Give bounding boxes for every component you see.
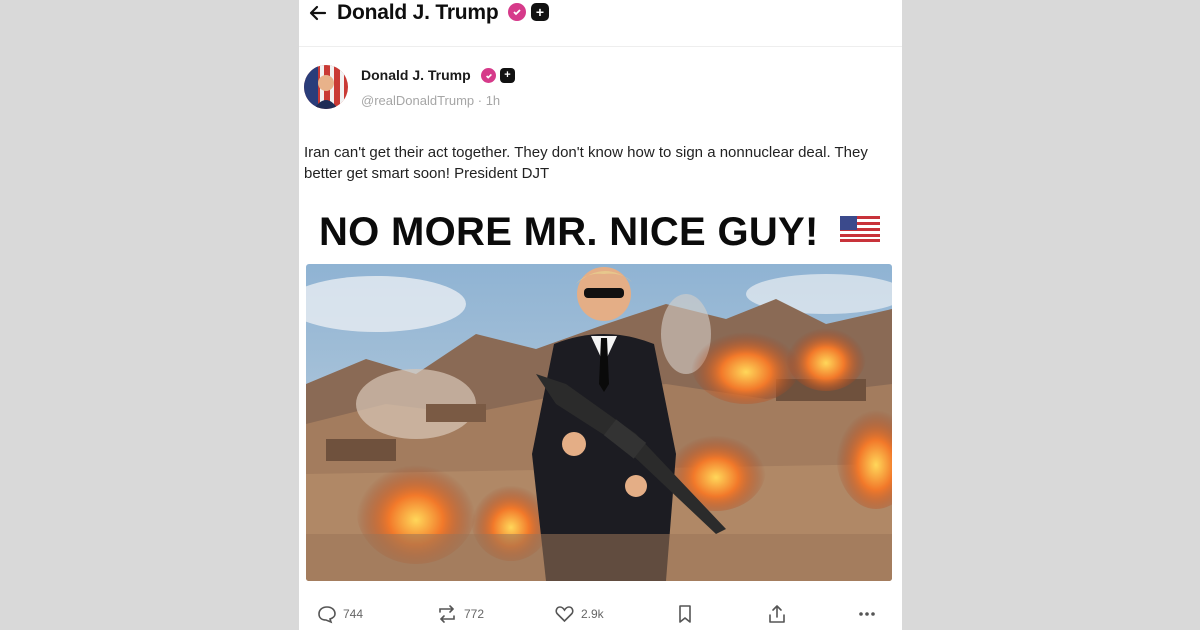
post-screen: Donald J. Trump + Donald J. Trump + @rea… bbox=[299, 0, 902, 630]
heart-icon bbox=[555, 606, 574, 623]
avatar[interactable] bbox=[304, 65, 348, 109]
top-bar: Donald J. Trump + bbox=[299, 0, 902, 47]
share-button[interactable] bbox=[767, 604, 787, 624]
action-bar: 744 772 2.9k bbox=[299, 598, 902, 630]
share-icon bbox=[769, 605, 785, 623]
reply-count: 744 bbox=[343, 607, 364, 621]
author-badges: + bbox=[481, 68, 515, 83]
back-button[interactable] bbox=[305, 0, 331, 26]
page-title: Donald J. Trump bbox=[337, 1, 499, 24]
arrow-left-icon bbox=[309, 5, 327, 21]
like-count: 2.9k bbox=[581, 607, 604, 621]
plus-badge-icon: + bbox=[500, 68, 515, 83]
title-badges: + bbox=[508, 3, 549, 21]
verified-badge-icon bbox=[481, 68, 496, 83]
bookmark-icon bbox=[679, 605, 691, 623]
image-headline-text: NO MORE MR. NICE GUY! bbox=[319, 210, 819, 254]
reply-icon bbox=[318, 606, 336, 624]
like-button[interactable]: 2.9k bbox=[554, 604, 604, 624]
verified-badge-icon bbox=[508, 3, 526, 21]
plus-badge-icon: + bbox=[531, 3, 549, 21]
repost-button[interactable]: 772 bbox=[436, 604, 484, 624]
post-text: Iran can't get their act together. They … bbox=[304, 144, 868, 182]
bookmark-button[interactable] bbox=[677, 604, 693, 624]
post-image[interactable] bbox=[306, 264, 892, 581]
repost-icon bbox=[439, 605, 455, 623]
image-headline: NO MORE MR. NICE GUY! bbox=[319, 210, 894, 255]
repost-count: 772 bbox=[464, 607, 485, 621]
post-handle: @realDonaldTrump · 1h bbox=[361, 93, 501, 108]
us-flag-icon bbox=[840, 216, 881, 242]
reply-button[interactable]: 744 bbox=[317, 604, 363, 624]
more-options-button[interactable] bbox=[857, 604, 877, 624]
post-author-name[interactable]: Donald J. Trump bbox=[361, 67, 471, 83]
more-options-icon bbox=[859, 612, 875, 616]
